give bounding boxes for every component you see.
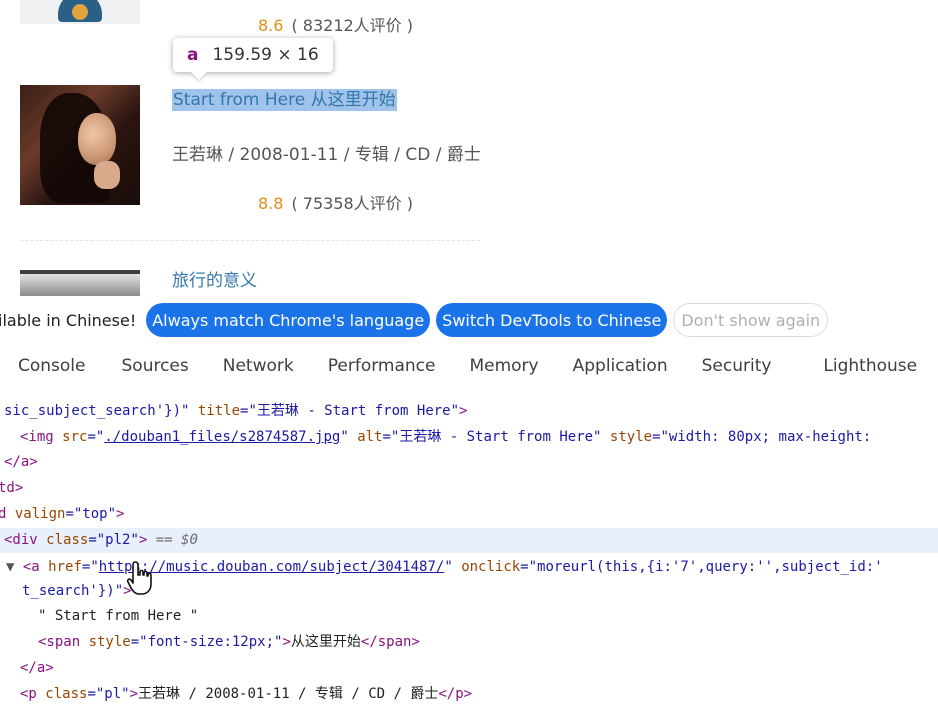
attr-name: class	[46, 532, 89, 548]
attr-value: "王若琳 - Start from Here"	[248, 403, 460, 419]
tag-close: </a>	[4, 454, 38, 470]
dom-line-td-open[interactable]: d valign="top">	[0, 502, 936, 527]
attr-value: ="top"	[65, 506, 117, 522]
attr-name: href	[48, 559, 82, 575]
pointer-hand-icon	[126, 561, 152, 595]
tag-open: <a	[22, 559, 49, 575]
tab-security[interactable]: Security	[702, 356, 772, 376]
dom-line-div-selected[interactable]: <div class="pl2"> == $0	[0, 528, 938, 553]
rating-count: ( 75358人评价 )	[291, 194, 414, 213]
attr-value: ="width: 80px; max-height:	[652, 429, 872, 445]
switch-to-chinese-button[interactable]: Switch DevTools to Chinese	[436, 303, 668, 337]
text-node: " Start from Here "	[38, 608, 199, 624]
attr-value: "	[340, 429, 358, 445]
elements-dom-tree[interactable]: sic_subject_search'})" title ="王若琳 - Star…	[0, 388, 938, 714]
tag-close: >	[129, 686, 139, 702]
tag-close: >	[116, 506, 125, 522]
tag-open: <p	[20, 686, 46, 702]
tag-close: >	[282, 634, 291, 650]
dom-line-a-end[interactable]: </a>	[20, 656, 938, 681]
tab-network[interactable]: Network	[223, 356, 294, 376]
tag-close: </span>	[360, 634, 420, 650]
album-title-link[interactable]: Start from Here 从这里开始	[172, 89, 397, 111]
cover-art-shape	[72, 4, 88, 20]
rating-score: 8.8	[258, 194, 284, 213]
attr-name: src	[62, 429, 88, 445]
devtools-language-infobar: ilable in Chinese! Always match Chrome's…	[0, 296, 938, 344]
album-cover-previous[interactable]	[20, 0, 140, 24]
attr-name: class	[45, 686, 88, 702]
inspect-tooltip: a 159.59 × 16	[173, 38, 333, 72]
next-album-title-link[interactable]: 旅行的意义	[172, 266, 257, 291]
tab-lighthouse[interactable]: Lighthouse	[823, 356, 917, 376]
tag-open: <img	[20, 429, 63, 445]
dom-line-span[interactable]: <span style="font-size:12px;">从这里开始</spa…	[38, 630, 938, 655]
tab-sources[interactable]: Sources	[122, 356, 189, 376]
tab-memory[interactable]: Memory	[469, 356, 538, 376]
attr-value: ="pl2"	[88, 532, 139, 548]
tooltip-size: 159.59 × 16	[212, 45, 319, 65]
dom-line-a-close[interactable]: </a>	[4, 450, 938, 475]
tab-console[interactable]: Console	[18, 356, 86, 376]
dom-line-a-open-cont[interactable]: t_search'})">	[22, 579, 938, 604]
cover-art-shape	[94, 161, 120, 189]
dom-line-img[interactable]: <img src="./douban1_files/s2874587.jpg" …	[20, 425, 938, 450]
attr-value: ="pl"	[87, 686, 130, 702]
attr-name: title	[197, 403, 241, 419]
dont-show-again-button[interactable]: Don't show again	[673, 303, 829, 337]
attr-name: style	[88, 634, 131, 650]
always-match-language-button[interactable]: Always match Chrome's language	[146, 303, 431, 337]
attr-value: ="moreurl(this,{i:'7',query:'',subject_i…	[520, 559, 883, 575]
tag-close: td>	[0, 480, 24, 496]
attr-value: "	[444, 559, 462, 575]
rating-count: ( 83212人评价 )	[291, 16, 414, 35]
attr-name: onclick	[461, 559, 521, 575]
tab-performance[interactable]: Performance	[328, 356, 436, 376]
dom-line-text-node[interactable]: " Start from Here "	[38, 604, 938, 629]
tag-open: <div	[4, 532, 47, 548]
cover-art-shape	[78, 113, 116, 165]
album-cover[interactable]	[20, 85, 140, 205]
attr-name: alt	[357, 429, 383, 445]
devtools-tab-bar: Console Sources Network Performance Memo…	[0, 344, 938, 389]
rating: 8.8 ( 75358人评价 )	[258, 190, 413, 214]
cut-off-line	[0, 388, 938, 399]
attr-value: ="	[87, 429, 105, 445]
tag-close: </p>	[438, 686, 473, 702]
attr-value: sic_subject_search'})"	[4, 403, 198, 419]
text-node: 王若琳 / 2008-01-11 / 专辑 / CD / 爵士	[138, 686, 439, 702]
attr-name: valign	[14, 506, 66, 522]
expand-triangle-icon[interactable]: ▼	[6, 559, 14, 575]
text-node: 从这里开始	[290, 634, 361, 650]
tag-close: </a>	[20, 660, 54, 676]
tab-application[interactable]: Application	[573, 356, 668, 376]
rating-score: 8.6	[258, 16, 284, 35]
tooltip-tag: a	[187, 45, 199, 65]
dom-line-p[interactable]: <p class="pl">王若琳 / 2008-01-11 / 专辑 / CD…	[20, 682, 938, 707]
infobar-message: ilable in Chinese!	[0, 310, 137, 330]
rating-previous: 8.6 ( 83212人评价 )	[258, 12, 413, 36]
dom-line-td-close[interactable]: td>	[0, 476, 936, 501]
attr-value: ="王若琳 - Start from Here"	[382, 429, 610, 445]
tag-close: >	[459, 403, 468, 419]
attr-value: ="font-size:12px;"	[130, 634, 283, 650]
tag-open: d	[0, 506, 7, 522]
douban-results-page: 8.6 ( 83212人评价 ) a 159.59 × 16 Start from…	[0, 0, 938, 296]
album-meta: 王若琳 / 2008-01-11 / 专辑 / CD / 爵士	[172, 145, 481, 165]
attr-value: t_search'})"	[22, 583, 124, 599]
album-cover-next[interactable]	[20, 270, 140, 296]
dollar-zero: $0	[181, 532, 198, 548]
dom-line-a-tail[interactable]: sic_subject_search'})" title="王若琳 - Star…	[4, 399, 938, 424]
attr-value: ="	[81, 559, 99, 575]
attr-name: style	[609, 429, 653, 445]
equals-marker: ==	[147, 532, 182, 548]
tag-open: <span	[38, 634, 89, 650]
result-divider	[20, 240, 480, 241]
src-link[interactable]: ./douban1_files/s2874587.jpg	[104, 429, 340, 445]
